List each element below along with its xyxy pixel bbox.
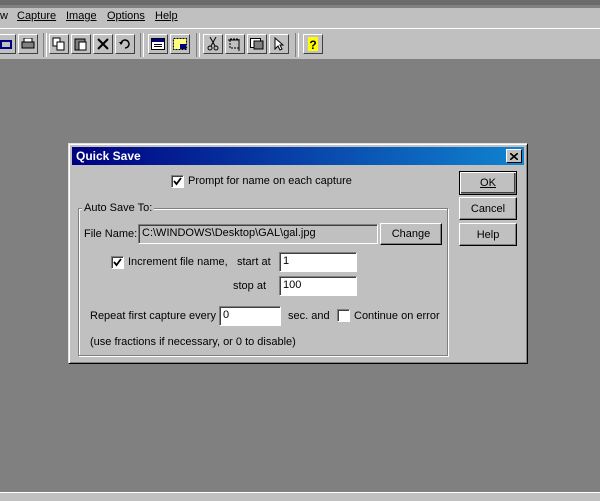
stop-at-label: stop at: [233, 280, 267, 292]
delete-icon: [97, 38, 109, 50]
stop-at-field[interactable]: 100: [279, 276, 357, 296]
toolbar-resize-button[interactable]: [247, 34, 267, 54]
continue-on-error-label: Continue on error: [354, 310, 440, 322]
toolbar-separator: [140, 33, 144, 57]
window-capture-icon: [151, 38, 165, 50]
toolbar-paste-button[interactable]: [71, 34, 91, 54]
toolbar-undo-button[interactable]: [115, 34, 135, 54]
toolbar-pointer-button[interactable]: [269, 34, 289, 54]
open-icon: [0, 40, 12, 49]
toolbar-separator: [196, 33, 200, 57]
toolbar-open-button[interactable]: [0, 34, 16, 54]
menu-help[interactable]: Help: [155, 10, 178, 22]
menu-options-label: Options: [107, 10, 145, 22]
quick-save-dialog: Quick Save Prompt for name on each captu…: [68, 143, 528, 364]
dialog-title: Quick Save: [76, 149, 141, 163]
cancel-button[interactable]: Cancel: [459, 197, 517, 220]
toolbar-region-capture-button[interactable]: [170, 34, 190, 54]
pointer-icon: [274, 37, 284, 51]
hint-text: (use fractions if necessary, or 0 to dis…: [90, 336, 296, 348]
start-at-field[interactable]: 1: [279, 252, 357, 272]
increment-label: Increment file name,: [128, 256, 228, 268]
toolbar-window-capture-button[interactable]: [148, 34, 168, 54]
prompt-label: Prompt for name on each capture: [188, 175, 352, 187]
menu-image[interactable]: Image: [66, 10, 97, 22]
help-button[interactable]: Help: [459, 223, 517, 246]
ok-button[interactable]: OK: [459, 171, 517, 195]
region-capture-icon: [173, 38, 187, 50]
crop-icon: [228, 38, 240, 51]
toolbar-cut-button[interactable]: [203, 34, 223, 54]
menu-capture[interactable]: Capture: [17, 10, 56, 22]
paste-icon: [74, 38, 87, 51]
menu-capture-label: Capture: [17, 10, 57, 22]
dialog-close-button[interactable]: [506, 149, 522, 163]
repeat-interval-field[interactable]: 0: [219, 306, 281, 326]
checkmark-icon: [113, 258, 122, 267]
toolbar-help-button[interactable]: ?: [303, 34, 323, 54]
toolbar-crop-button[interactable]: [225, 34, 245, 54]
menu-help-label: Help: [155, 10, 178, 22]
toolbar-separator: [295, 33, 299, 57]
change-button[interactable]: Change: [380, 223, 442, 245]
app-title-bar-fill: [0, 0, 600, 5]
change-button-label: Change: [391, 228, 431, 240]
sec-label: sec. and: [288, 310, 330, 322]
svg-text:?: ?: [309, 38, 316, 51]
prompt-checkbox[interactable]: [171, 175, 184, 188]
help-icon: ?: [308, 37, 318, 51]
menu-image-label: Image: [66, 10, 97, 22]
toolbar-separator: [43, 33, 47, 57]
file-name-label: File Name:: [84, 228, 138, 240]
print-icon: [21, 38, 35, 49]
file-name-field[interactable]: C:\WINDOWS\Desktop\GAL\gal.jpg: [138, 224, 378, 244]
copy-icon: [52, 37, 65, 51]
toolbar-copy-button[interactable]: [49, 34, 69, 54]
dialog-title-bar[interactable]: Quick Save: [72, 147, 524, 165]
menu-bar: w Capture Image Options Help: [0, 8, 600, 28]
auto-save-group-title: Auto Save To:: [82, 202, 155, 214]
undo-icon: [119, 39, 130, 49]
help-button-label: Help: [476, 228, 500, 241]
increment-checkbox[interactable]: [111, 256, 124, 269]
menu-options[interactable]: Options: [107, 10, 145, 22]
close-icon: [510, 152, 518, 160]
toolbar-print-button[interactable]: [18, 34, 38, 54]
app-title-bar: [0, 0, 600, 8]
cut-icon: [207, 37, 219, 51]
checkmark-icon: [173, 177, 182, 186]
toolbar: ?: [0, 28, 600, 60]
continue-on-error-checkbox[interactable]: [337, 309, 350, 322]
repeat-label: Repeat first capture every: [90, 310, 216, 322]
ok-button-label: OK: [480, 177, 496, 189]
resize-icon: [250, 38, 264, 50]
start-at-label: start at: [237, 256, 271, 268]
cancel-button-label: Cancel: [470, 202, 506, 215]
toolbar-delete-button[interactable]: [93, 34, 113, 54]
menu-view[interactable]: w: [0, 10, 8, 22]
